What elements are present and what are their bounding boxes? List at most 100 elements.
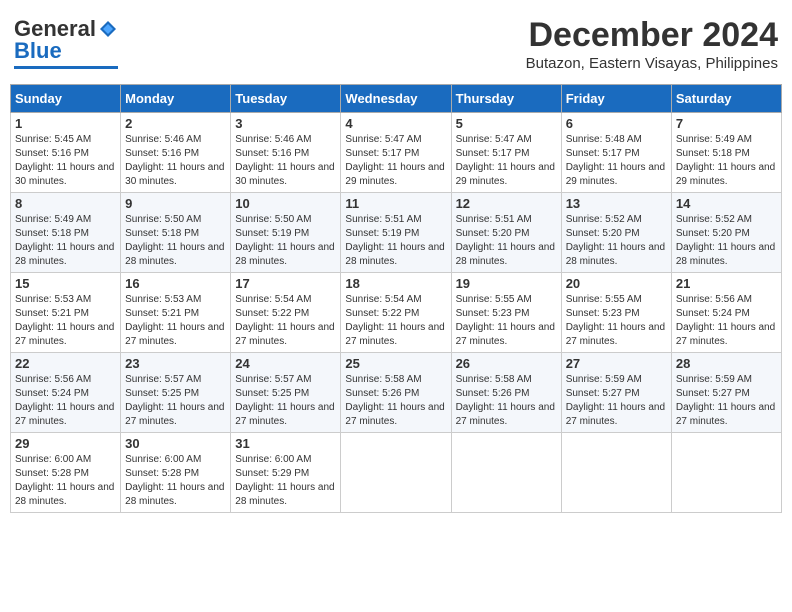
logo-icon (98, 19, 118, 39)
calendar-cell: 3 Sunrise: 5:46 AM Sunset: 5:16 PM Dayli… (231, 113, 341, 193)
day-info: Sunrise: 5:54 AM Sunset: 5:22 PM Dayligh… (235, 293, 336, 349)
daylight: Daylight: 11 hours and 28 minutes. (15, 241, 116, 269)
header-row: Sunday Monday Tuesday Wednesday Thursday… (11, 85, 782, 113)
sunrise: Sunrise: 5:47 AM (345, 133, 446, 147)
sunset: Sunset: 5:18 PM (15, 227, 116, 241)
sunset: Sunset: 5:16 PM (235, 147, 336, 161)
daylight: Daylight: 11 hours and 28 minutes. (456, 241, 557, 269)
col-tuesday: Tuesday (231, 85, 341, 113)
day-number: 7 (676, 116, 777, 131)
day-number: 20 (566, 276, 667, 291)
daylight: Daylight: 11 hours and 28 minutes. (676, 241, 777, 269)
calendar-cell: 11 Sunrise: 5:51 AM Sunset: 5:19 PM Dayl… (341, 193, 451, 273)
calendar-cell (671, 433, 781, 513)
day-info: Sunrise: 5:54 AM Sunset: 5:22 PM Dayligh… (345, 293, 446, 349)
calendar-cell: 1 Sunrise: 5:45 AM Sunset: 5:16 PM Dayli… (11, 113, 121, 193)
daylight: Daylight: 11 hours and 30 minutes. (15, 161, 116, 189)
daylight: Daylight: 11 hours and 27 minutes. (676, 321, 777, 349)
day-number: 23 (125, 356, 226, 371)
day-number: 30 (125, 436, 226, 451)
sunset: Sunset: 5:17 PM (345, 147, 446, 161)
calendar-cell: 17 Sunrise: 5:54 AM Sunset: 5:22 PM Dayl… (231, 273, 341, 353)
calendar-cell: 21 Sunrise: 5:56 AM Sunset: 5:24 PM Dayl… (671, 273, 781, 353)
sunset: Sunset: 5:17 PM (566, 147, 667, 161)
day-number: 2 (125, 116, 226, 131)
sunset: Sunset: 5:23 PM (456, 307, 557, 321)
sunset: Sunset: 5:19 PM (345, 227, 446, 241)
sunrise: Sunrise: 6:00 AM (15, 453, 116, 467)
sunrise: Sunrise: 5:58 AM (456, 373, 557, 387)
daylight: Daylight: 11 hours and 27 minutes. (456, 321, 557, 349)
sunrise: Sunrise: 5:56 AM (676, 293, 777, 307)
day-info: Sunrise: 5:59 AM Sunset: 5:27 PM Dayligh… (566, 373, 667, 429)
sunset: Sunset: 5:24 PM (676, 307, 777, 321)
daylight: Daylight: 11 hours and 29 minutes. (456, 161, 557, 189)
daylight: Daylight: 11 hours and 27 minutes. (15, 401, 116, 429)
day-number: 10 (235, 196, 336, 211)
day-number: 16 (125, 276, 226, 291)
header: General Blue December 2024 Butazon, East… (10, 10, 782, 78)
day-number: 19 (456, 276, 557, 291)
day-info: Sunrise: 5:58 AM Sunset: 5:26 PM Dayligh… (345, 373, 446, 429)
sunset: Sunset: 5:25 PM (235, 387, 336, 401)
calendar-cell: 26 Sunrise: 5:58 AM Sunset: 5:26 PM Dayl… (451, 353, 561, 433)
day-info: Sunrise: 5:46 AM Sunset: 5:16 PM Dayligh… (235, 133, 336, 189)
calendar-cell: 2 Sunrise: 5:46 AM Sunset: 5:16 PM Dayli… (121, 113, 231, 193)
sunrise: Sunrise: 5:53 AM (125, 293, 226, 307)
day-info: Sunrise: 5:52 AM Sunset: 5:20 PM Dayligh… (676, 213, 777, 269)
sunrise: Sunrise: 5:57 AM (125, 373, 226, 387)
daylight: Daylight: 11 hours and 27 minutes. (235, 401, 336, 429)
daylight: Daylight: 11 hours and 27 minutes. (235, 321, 336, 349)
sunset: Sunset: 5:19 PM (235, 227, 336, 241)
daylight: Daylight: 11 hours and 27 minutes. (125, 321, 226, 349)
calendar-cell (341, 433, 451, 513)
day-number: 4 (345, 116, 446, 131)
day-info: Sunrise: 5:47 AM Sunset: 5:17 PM Dayligh… (345, 133, 446, 189)
calendar-cell: 20 Sunrise: 5:55 AM Sunset: 5:23 PM Dayl… (561, 273, 671, 353)
daylight: Daylight: 11 hours and 28 minutes. (345, 241, 446, 269)
day-number: 8 (15, 196, 116, 211)
daylight: Daylight: 11 hours and 28 minutes. (125, 481, 226, 509)
calendar-cell: 18 Sunrise: 5:54 AM Sunset: 5:22 PM Dayl… (341, 273, 451, 353)
calendar-cell: 24 Sunrise: 5:57 AM Sunset: 5:25 PM Dayl… (231, 353, 341, 433)
calendar-cell: 30 Sunrise: 6:00 AM Sunset: 5:28 PM Dayl… (121, 433, 231, 513)
daylight: Daylight: 11 hours and 28 minutes. (566, 241, 667, 269)
calendar-table: Sunday Monday Tuesday Wednesday Thursday… (10, 84, 782, 513)
sunrise: Sunrise: 5:51 AM (456, 213, 557, 227)
sunrise: Sunrise: 5:54 AM (235, 293, 336, 307)
day-number: 15 (15, 276, 116, 291)
day-number: 5 (456, 116, 557, 131)
sunrise: Sunrise: 5:57 AM (235, 373, 336, 387)
sunset: Sunset: 5:27 PM (566, 387, 667, 401)
sunrise: Sunrise: 5:50 AM (235, 213, 336, 227)
location-title: Butazon, Eastern Visayas, Philippines (526, 55, 778, 72)
sunset: Sunset: 5:18 PM (676, 147, 777, 161)
day-number: 31 (235, 436, 336, 451)
daylight: Daylight: 11 hours and 28 minutes. (235, 241, 336, 269)
sunset: Sunset: 5:28 PM (125, 467, 226, 481)
title-area: December 2024 Butazon, Eastern Visayas, … (526, 16, 778, 72)
sunrise: Sunrise: 5:52 AM (566, 213, 667, 227)
col-monday: Monday (121, 85, 231, 113)
calendar-cell: 13 Sunrise: 5:52 AM Sunset: 5:20 PM Dayl… (561, 193, 671, 273)
calendar-cell: 14 Sunrise: 5:52 AM Sunset: 5:20 PM Dayl… (671, 193, 781, 273)
calendar-cell: 4 Sunrise: 5:47 AM Sunset: 5:17 PM Dayli… (341, 113, 451, 193)
day-number: 9 (125, 196, 226, 211)
day-info: Sunrise: 5:53 AM Sunset: 5:21 PM Dayligh… (15, 293, 116, 349)
sunset: Sunset: 5:21 PM (15, 307, 116, 321)
day-number: 3 (235, 116, 336, 131)
sunset: Sunset: 5:20 PM (566, 227, 667, 241)
sunset: Sunset: 5:18 PM (125, 227, 226, 241)
calendar-cell: 25 Sunrise: 5:58 AM Sunset: 5:26 PM Dayl… (341, 353, 451, 433)
day-number: 6 (566, 116, 667, 131)
sunrise: Sunrise: 5:47 AM (456, 133, 557, 147)
calendar-cell: 16 Sunrise: 5:53 AM Sunset: 5:21 PM Dayl… (121, 273, 231, 353)
daylight: Daylight: 11 hours and 27 minutes. (125, 401, 226, 429)
sunset: Sunset: 5:16 PM (125, 147, 226, 161)
sunrise: Sunrise: 5:56 AM (15, 373, 116, 387)
calendar-week-5: 29 Sunrise: 6:00 AM Sunset: 5:28 PM Dayl… (11, 433, 782, 513)
calendar-cell: 8 Sunrise: 5:49 AM Sunset: 5:18 PM Dayli… (11, 193, 121, 273)
day-number: 27 (566, 356, 667, 371)
day-number: 22 (15, 356, 116, 371)
daylight: Daylight: 11 hours and 28 minutes. (235, 481, 336, 509)
